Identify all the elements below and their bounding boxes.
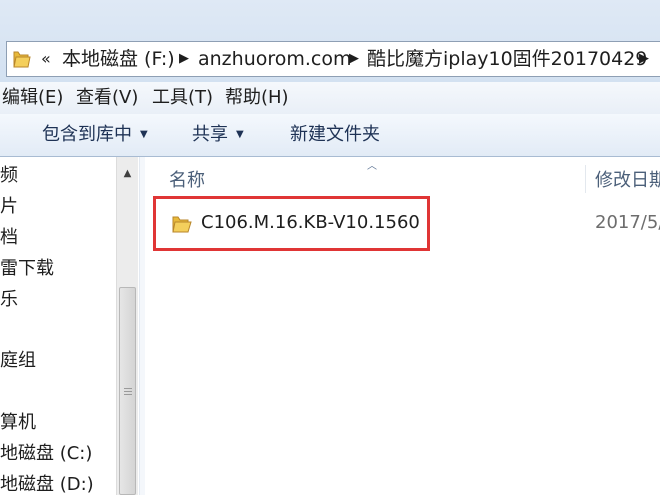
breadcrumb-separator[interactable]: ▶: [349, 42, 359, 76]
nav-item-computer[interactable]: 计算机: [0, 408, 36, 438]
navigation-pane: 视频 图片 文档 迅雷下载 音乐 家庭组 计算机 本地磁盘 (C:) 本地磁盘 …: [0, 157, 116, 495]
include-in-library-button[interactable]: 包含到库中 ▼: [42, 114, 148, 156]
nav-item-music[interactable]: 音乐: [0, 285, 18, 315]
breadcrumb-item-drive-f[interactable]: 本地磁盘 (F:): [62, 42, 175, 76]
file-date-modified: 2017/5/: [595, 212, 660, 233]
share-label: 共享: [192, 124, 228, 145]
address-bar[interactable]: « 本地磁盘 (F:) ▶ anzhuorom.com ▶ 酷比魔方iplay1…: [6, 41, 660, 77]
breadcrumb-separator[interactable]: ▶: [639, 42, 649, 76]
address-bar-region: « 本地磁盘 (F:) ▶ anzhuorom.com ▶ 酷比魔方iplay1…: [0, 0, 660, 82]
share-button[interactable]: 共享 ▼: [192, 114, 244, 156]
folder-icon: [13, 51, 31, 68]
grip-line: [124, 391, 132, 392]
menu-edit[interactable]: 编辑(E): [2, 82, 63, 114]
new-folder-button[interactable]: 新建文件夹: [290, 114, 380, 156]
menu-help[interactable]: 帮助(H): [225, 82, 289, 114]
menu-bar: 编辑(E) 查看(V) 工具(T) 帮助(H): [0, 82, 660, 115]
breadcrumb-separator[interactable]: ▶: [179, 42, 189, 76]
breadcrumb-item-anzhuorom[interactable]: anzhuorom.com: [198, 42, 352, 76]
navigation-scrollbar[interactable]: ▲: [116, 157, 138, 495]
include-in-library-label: 包含到库中: [42, 124, 132, 145]
scrollbar-thumb[interactable]: [119, 287, 136, 495]
up-arrow-icon[interactable]: ▲: [117, 163, 138, 185]
grip-line: [124, 394, 132, 395]
sort-ascending-icon: ︿: [367, 161, 377, 172]
grip-line: [124, 388, 132, 389]
nav-item-xunlei-downloads[interactable]: 迅雷下载: [0, 254, 54, 284]
chevron-down-icon: ▼: [140, 129, 148, 140]
nav-item-drive-d[interactable]: 本地磁盘 (D:): [0, 470, 94, 495]
breadcrumb-item-firmware-folder[interactable]: 酷比魔方iplay10固件20170429: [367, 42, 647, 76]
breadcrumb-overflow-chevron[interactable]: «: [41, 42, 51, 76]
column-divider[interactable]: [585, 165, 586, 193]
nav-item-pictures[interactable]: 图片: [0, 192, 18, 222]
menu-tools[interactable]: 工具(T): [152, 82, 213, 114]
nav-item-drive-c[interactable]: 本地磁盘 (C:): [0, 439, 92, 469]
highlight-box: [153, 196, 430, 251]
command-toolbar: 包含到库中 ▼ 共享 ▼ 新建文件夹: [0, 114, 660, 157]
nav-item-homegroup[interactable]: 家庭组: [0, 346, 36, 376]
nav-item-documents[interactable]: 文档: [0, 223, 18, 253]
chevron-down-icon: ▼: [236, 129, 244, 140]
menu-view[interactable]: 查看(V): [76, 82, 138, 114]
nav-item-videos[interactable]: 视频: [0, 161, 18, 191]
column-header-name[interactable]: 名称: [169, 163, 205, 199]
column-header-date-modified[interactable]: 修改日期: [595, 163, 660, 199]
